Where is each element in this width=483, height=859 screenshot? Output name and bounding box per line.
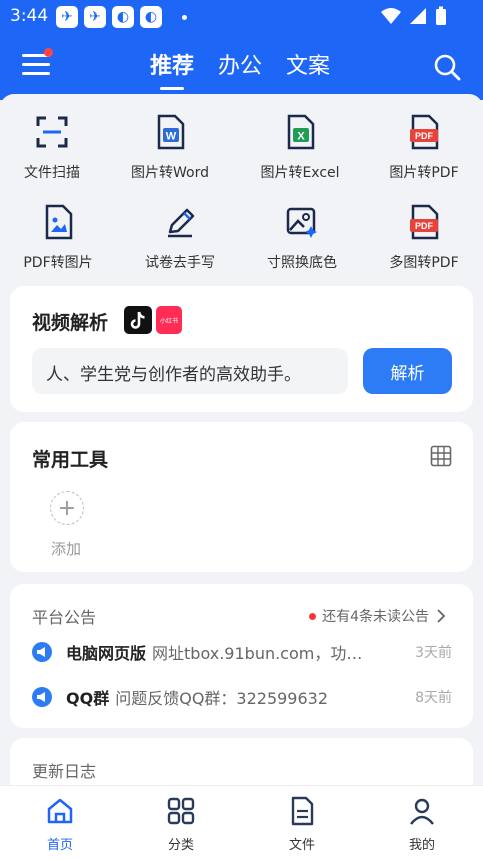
pdf-badge-text: PDF <box>415 221 434 231</box>
announcement-card: 平台公告 还有4条未读公告 电脑网页版 网址tbox.91bun.com，功… … <box>10 584 473 728</box>
menu-button[interactable] <box>22 54 50 78</box>
announcement-title: 平台公告 <box>32 608 97 627</box>
excel-file-icon: X <box>287 114 315 150</box>
megaphone-icon <box>32 642 52 662</box>
tool-file-scan[interactable]: 文件扫描 <box>0 114 112 182</box>
pdf-file-icon: PDF <box>410 114 439 150</box>
announcement-item-time: 8天前 <box>415 690 452 706</box>
parse-button[interactable]: 解析 <box>363 348 452 394</box>
signal-icon <box>410 8 426 24</box>
app-notification-icon: ◐ <box>140 6 162 28</box>
video-link-input[interactable]: 人、学生党与创作者的高效助手。 <box>32 348 348 394</box>
top-header: 3:44 ✈ ✈ ◐ ◐ 推荐 办公 文案 <box>0 0 483 100</box>
header-tabs: 推荐 办公 文案 <box>150 48 330 90</box>
more-notifications-dot <box>182 14 187 20</box>
photo-edit-icon <box>286 207 317 238</box>
pen-icon <box>168 208 195 238</box>
video-parse-card: 视频解析 小红书 人、学生党与创作者的高效助手。 解析 <box>10 286 473 412</box>
tab-copywriting[interactable]: 文案 <box>286 48 330 80</box>
notification-icons: ✈ ✈ ◐ ◐ <box>56 6 187 28</box>
pdf-badge-text: PDF <box>415 131 434 141</box>
grid-icon[interactable] <box>430 445 452 467</box>
scan-icon <box>36 116 68 148</box>
wifi-icon <box>381 8 401 24</box>
status-time: 3:44 <box>10 6 49 26</box>
word-badge-text: W <box>166 131 177 143</box>
tiktok-icon <box>124 306 152 334</box>
tool-remove-handwriting[interactable]: 试卷去手写 <box>120 204 240 272</box>
add-tool-label: 添加 <box>51 540 82 558</box>
tool-label: 图片转Word <box>131 165 209 181</box>
nav-profile[interactable]: 我的 <box>382 796 462 853</box>
tool-image-to-pdf[interactable]: PDF 图片转PDF <box>364 114 483 182</box>
nav-home[interactable]: 首页 <box>20 796 100 853</box>
add-tool-button[interactable]: + <box>50 491 84 525</box>
tab-recommend[interactable]: 推荐 <box>150 48 194 90</box>
announcement-item[interactable]: QQ群 问题反馈QQ群：322599632 8天前 <box>32 685 452 709</box>
nav-label: 分类 <box>167 838 194 853</box>
changelog-title: 更新日志 <box>32 762 97 781</box>
tool-label: 文件扫描 <box>24 165 80 181</box>
tool-label: 试卷去手写 <box>145 255 215 271</box>
video-parse-title: 视频解析 <box>32 312 109 334</box>
app-notification-icon: ◐ <box>112 6 134 28</box>
status-bar: 3:44 ✈ ✈ ◐ ◐ <box>0 0 483 34</box>
bird-notification-icon: ✈ <box>56 6 78 28</box>
word-file-icon: W <box>157 114 185 150</box>
xiaohongshu-icon: 小红书 <box>156 306 182 334</box>
image-file-icon <box>45 204 73 240</box>
profile-icon <box>410 798 434 825</box>
megaphone-icon <box>32 687 52 707</box>
announcement-item-title: QQ群 <box>66 689 110 708</box>
nav-label: 首页 <box>46 838 73 853</box>
tool-multi-image-to-pdf[interactable]: PDF 多图转PDF <box>364 204 483 272</box>
tool-photo-background[interactable]: 寸照换底色 <box>242 204 362 272</box>
announcement-item-time: 3天前 <box>415 645 452 661</box>
announcement-item-title: 电脑网页版 <box>66 644 147 663</box>
tab-office[interactable]: 办公 <box>218 48 262 80</box>
announcement-item-text: 网址tbox.91bun.com，功… <box>152 644 363 663</box>
home-icon <box>47 798 73 824</box>
bird-notification-icon: ✈ <box>84 6 106 28</box>
unread-dot <box>309 612 317 620</box>
nav-category[interactable]: 分类 <box>141 796 221 853</box>
tool-pdf-to-image[interactable]: PDF转图片 <box>0 204 118 272</box>
search-icon[interactable] <box>432 52 462 82</box>
menu-badge-dot <box>44 48 53 57</box>
bottom-navigation: 首页 分类 文件 我的 <box>0 785 483 859</box>
announcement-item[interactable]: 电脑网页版 网址tbox.91bun.com，功… 3天前 <box>32 640 452 664</box>
tool-label: 图片转Excel <box>260 165 340 181</box>
announcement-item-text: 问题反馈QQ群：322599632 <box>115 689 329 708</box>
content-panel: 文件扫描 W 图片转Word X 图片转Excel PDF 图片转PDF PDF… <box>0 94 483 859</box>
tool-label: 寸照换底色 <box>267 255 337 271</box>
nav-label: 我的 <box>408 838 435 853</box>
chevron-right-icon <box>437 609 446 623</box>
tool-label: PDF转图片 <box>23 255 93 271</box>
system-icons <box>381 6 447 26</box>
excel-badge-text: X <box>297 131 305 143</box>
plus-icon: + <box>57 495 77 521</box>
tool-label: 多图转PDF <box>389 255 459 271</box>
multi-pdf-icon: PDF <box>410 204 439 240</box>
tool-label: 图片转PDF <box>389 165 459 181</box>
unread-announcements-link[interactable]: 还有4条未读公告 <box>309 606 447 626</box>
common-tools-title: 常用工具 <box>32 449 109 471</box>
tool-image-to-excel[interactable]: X 图片转Excel <box>240 114 360 182</box>
file-icon <box>291 796 314 826</box>
nav-label: 文件 <box>288 838 315 853</box>
nav-files[interactable]: 文件 <box>262 796 342 853</box>
common-tools-card: 常用工具 + 添加 <box>10 422 473 572</box>
unread-text: 还有4条未读公告 <box>322 609 429 625</box>
battery-icon <box>436 6 446 25</box>
tool-image-to-word[interactable]: W 图片转Word <box>110 114 230 182</box>
category-icon <box>167 797 195 825</box>
